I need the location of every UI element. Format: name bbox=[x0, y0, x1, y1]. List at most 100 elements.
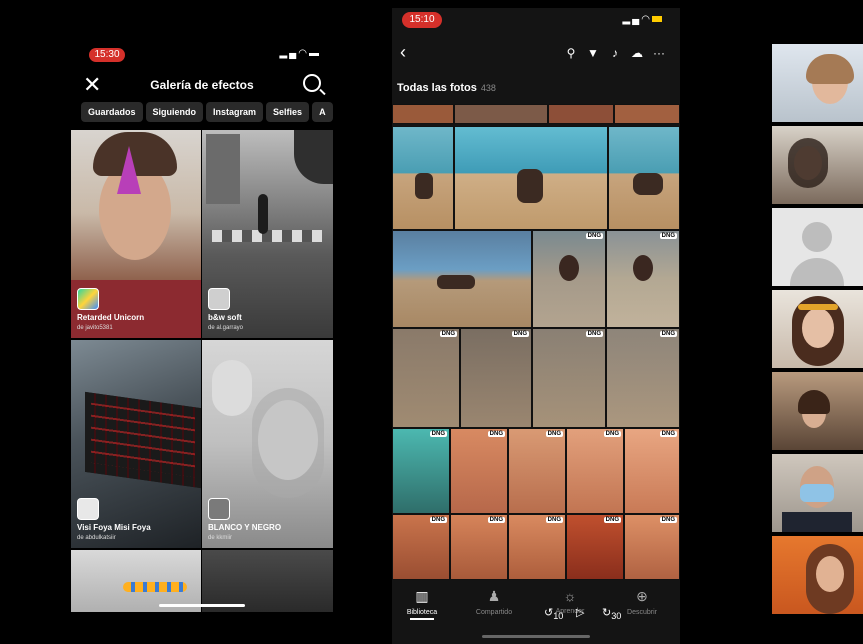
photo-thumbnail[interactable]: DNG bbox=[532, 328, 606, 428]
effect-tile[interactable]: b&w soft de al.garrayo bbox=[202, 130, 333, 338]
people-search-icon[interactable]: ⚲ bbox=[560, 46, 582, 60]
chip-instagram[interactable]: Instagram bbox=[206, 102, 264, 122]
effects-grid: Retarded Unicorn de javito5381 b&w soft … bbox=[71, 130, 333, 612]
participant-tile[interactable] bbox=[772, 290, 863, 368]
photo-thumbnail[interactable]: DNG bbox=[392, 514, 450, 580]
album-title: Todas las fotos bbox=[397, 82, 477, 94]
home-indicator bbox=[482, 635, 590, 638]
photo-thumbnail[interactable]: DNG bbox=[392, 428, 450, 514]
photo-thumbnail[interactable] bbox=[454, 126, 608, 230]
building bbox=[206, 134, 240, 204]
dng-badge: DNG bbox=[659, 431, 677, 437]
bottom-tab-bar: ▥ Biblioteca ♟ Compartido ☼ Aprender ⊕ D… bbox=[392, 582, 680, 644]
face-mask bbox=[800, 484, 834, 502]
avatar-placeholder-head bbox=[802, 222, 832, 252]
photo-thumbnail[interactable] bbox=[392, 104, 454, 124]
skip-back-button[interactable]: ↺10 bbox=[544, 606, 563, 621]
participant-tile[interactable] bbox=[772, 208, 863, 286]
effect-tile[interactable]: Visi Foya Misi Foya de abdulkatsiir bbox=[71, 340, 201, 548]
photo-thumbnail[interactable]: DNG bbox=[606, 230, 680, 328]
effect-author: de al.garrayo bbox=[208, 325, 244, 331]
participant-tile[interactable] bbox=[772, 126, 863, 204]
library-icon: ▥ bbox=[415, 588, 429, 604]
home-indicator bbox=[159, 604, 245, 607]
signal-icon: ▂▄ bbox=[622, 14, 642, 25]
creator-avatar bbox=[208, 288, 230, 310]
photo-count: 438 bbox=[480, 83, 496, 93]
status-time: 15:30 bbox=[89, 48, 125, 62]
chip-guardados[interactable]: Guardados bbox=[81, 102, 143, 122]
photo-thumbnail[interactable] bbox=[392, 230, 532, 328]
effect-author: de abdulkatsiir bbox=[77, 535, 116, 541]
chip-more[interactable]: A bbox=[312, 102, 333, 122]
wifi-icon: ◠ bbox=[641, 14, 652, 25]
more-icon[interactable]: ··· bbox=[648, 46, 670, 60]
tab-compartido[interactable]: ♟ Compartido bbox=[464, 588, 524, 616]
creator-avatar bbox=[208, 498, 230, 520]
participant-tile[interactable] bbox=[772, 536, 863, 614]
effect-title: BLANCO Y NEGRO bbox=[208, 523, 282, 532]
tab-label: Compartido bbox=[475, 609, 513, 616]
back-icon[interactable]: ‹ bbox=[400, 42, 406, 63]
status-icons: ▂▄◠ bbox=[622, 14, 662, 25]
photo-thumbnail[interactable]: DNG bbox=[450, 428, 508, 514]
photo-thumbnail[interactable]: DNG bbox=[606, 328, 680, 428]
photo-thumbnail[interactable] bbox=[454, 104, 548, 124]
effect-tile[interactable] bbox=[71, 550, 201, 612]
library-toolbar: ‹ ⚲ ▼ ♪ ☁ ··· bbox=[392, 38, 680, 72]
participant-face bbox=[816, 556, 844, 592]
participant-hair bbox=[806, 54, 854, 84]
effect-author: de kkmiir bbox=[208, 535, 233, 541]
status-time: 15:10 bbox=[402, 12, 442, 28]
participant-hair bbox=[788, 138, 828, 188]
photo-thumbnail[interactable]: DNG bbox=[566, 514, 624, 580]
play-icon[interactable]: ▷ bbox=[576, 606, 584, 619]
effect-tile[interactable] bbox=[202, 550, 333, 612]
toolbar-icons: ⚲ ▼ ♪ ☁ ··· bbox=[560, 46, 670, 60]
chip-selfies[interactable]: Selfies bbox=[266, 102, 310, 122]
photo-thumbnail[interactable]: DNG bbox=[532, 230, 606, 328]
emoji-strip bbox=[123, 582, 187, 592]
photo-thumbnail[interactable]: DNG bbox=[624, 514, 680, 580]
gallery-header: ✕ Galería de efectos bbox=[71, 70, 333, 100]
dng-badge: DNG bbox=[659, 331, 677, 337]
participant-tile[interactable] bbox=[772, 454, 863, 532]
photo-thumbnail[interactable]: DNG bbox=[450, 514, 508, 580]
dng-badge: DNG bbox=[659, 233, 677, 239]
participant-tile[interactable] bbox=[772, 44, 863, 122]
battery-icon bbox=[652, 16, 662, 22]
photo-thumbnail[interactable]: DNG bbox=[566, 428, 624, 514]
globe-icon: ⊕ bbox=[636, 588, 648, 604]
effect-tile[interactable]: Retarded Unicorn de javito5381 bbox=[71, 130, 201, 338]
search-icon[interactable] bbox=[303, 74, 321, 92]
participant-tile[interactable] bbox=[772, 372, 863, 450]
skip-back-seconds: 10 bbox=[553, 611, 564, 622]
participant-hair bbox=[798, 390, 830, 414]
photo-thumbnail[interactable] bbox=[548, 104, 614, 124]
effect-tile[interactable]: BLANCO Y NEGRO de kkmiir bbox=[202, 340, 333, 548]
tab-biblioteca[interactable]: ▥ Biblioteca bbox=[392, 588, 452, 616]
photo-thumbnail[interactable]: DNG bbox=[624, 428, 680, 514]
dog bbox=[517, 169, 543, 203]
bell-icon[interactable]: ♪ bbox=[604, 46, 626, 60]
filter-icon[interactable]: ▼ bbox=[582, 46, 604, 60]
people-icon: ♟ bbox=[487, 588, 501, 604]
dng-badge: DNG bbox=[429, 431, 447, 437]
skip-forward-button[interactable]: ↻30 bbox=[602, 606, 621, 621]
photo-thumbnail[interactable] bbox=[608, 126, 680, 230]
photo-thumbnail[interactable] bbox=[614, 104, 680, 124]
signal-icon: ▂▄ bbox=[279, 48, 299, 59]
photo-thumbnail[interactable]: DNG bbox=[392, 328, 460, 428]
person-silhouette bbox=[258, 194, 268, 234]
photo-thumbnail[interactable]: DNG bbox=[460, 328, 532, 428]
avatar-placeholder-body bbox=[790, 258, 844, 286]
status-icons: ▂▄◠▬ bbox=[279, 48, 321, 59]
person-face bbox=[633, 255, 653, 281]
cloud-icon[interactable]: ☁ bbox=[626, 46, 648, 60]
chip-siguiendo[interactable]: Siguiendo bbox=[145, 102, 204, 122]
album-header: Todas las fotos 438 bbox=[397, 82, 496, 94]
photo-thumbnail[interactable]: DNG bbox=[508, 428, 566, 514]
photo-thumbnail[interactable] bbox=[392, 126, 454, 230]
photo-thumbnail[interactable]: DNG bbox=[508, 514, 566, 580]
effect-title: Retarded Unicorn bbox=[77, 313, 145, 322]
